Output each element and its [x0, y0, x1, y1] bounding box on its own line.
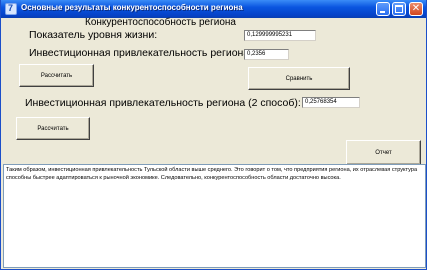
living-standard-field[interactable]: 0,129999995231: [244, 30, 316, 41]
investment-field[interactable]: 0,2356: [244, 49, 289, 60]
report-button[interactable]: Отчет: [346, 140, 421, 165]
window-title: Основные результаты конкурентоспособност…: [21, 3, 243, 12]
investment2-label: Инвестиционная привлекательность региона…: [25, 97, 301, 109]
minimize-button[interactable]: [376, 2, 390, 16]
maximize-icon: [395, 5, 403, 13]
close-button[interactable]: ✕: [409, 2, 423, 16]
calculate-button-2[interactable]: Рассчитать: [16, 117, 90, 140]
compare-button[interactable]: Сравнить: [248, 67, 350, 90]
maximize-button[interactable]: [392, 2, 406, 16]
form-heading: Конкурентоспособность региона: [85, 17, 236, 28]
living-standard-label: Показатель уровня жизни:: [29, 29, 158, 41]
calculate-button-1[interactable]: Рассчитать: [19, 64, 94, 87]
conclusion-memo[interactable]: Таким образом, инвестиционная привлекате…: [3, 164, 426, 268]
close-icon: ✕: [411, 3, 421, 14]
delphi-app-icon[interactable]: 7: [5, 3, 17, 15]
investment-label: Инвестиционная привлекательность региона…: [29, 47, 253, 59]
title-bar[interactable]: 7 Основные результаты конкурентоспособно…: [1, 0, 426, 18]
minimize-icon: [380, 11, 385, 13]
app-window: 7 Основные результаты конкурентоспособно…: [0, 0, 427, 270]
investment2-field[interactable]: 0,25768354: [302, 97, 360, 108]
